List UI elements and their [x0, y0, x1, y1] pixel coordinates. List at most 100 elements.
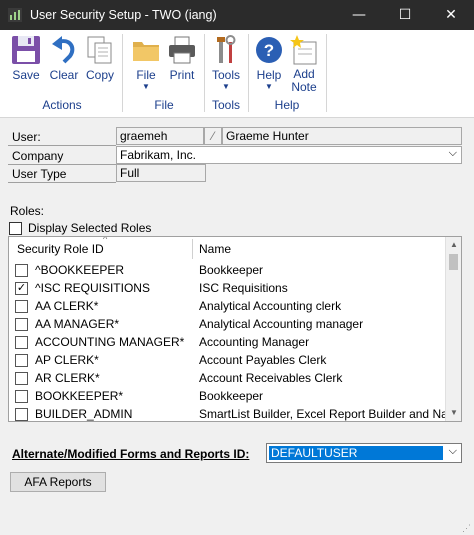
- row-checkbox[interactable]: [15, 336, 28, 349]
- alternate-forms-label: Alternate/Modified Forms and Reports ID:: [12, 447, 250, 461]
- role-id-cell: ^ISC REQUISITIONS: [35, 281, 150, 295]
- help-menu-button[interactable]: ? Help ▼: [252, 32, 286, 98]
- table-row[interactable]: BUILDER_ADMIN SmartList Builder, Excel R…: [9, 405, 461, 421]
- table-row[interactable]: AA MANAGER* Analytical Accounting manage…: [9, 315, 446, 333]
- role-id-cell: BOOKKEEPER*: [35, 389, 124, 403]
- row-checkbox[interactable]: [15, 318, 28, 331]
- help-question-icon: ?: [256, 37, 282, 63]
- role-id-cell: AR CLERK*: [35, 371, 100, 385]
- file-menu-button[interactable]: File ▼: [128, 32, 164, 98]
- role-id-cell: ^BOOKKEEPER: [35, 263, 124, 277]
- ribbon-toolbar: Save Clear Copy Actions File ▼ Print Fil…: [0, 30, 474, 118]
- print-label: Print: [169, 68, 195, 82]
- table-row[interactable]: AR CLERK* Account Receivables Clerk: [9, 369, 446, 387]
- scrollbar-thumb[interactable]: [449, 254, 458, 270]
- display-selected-roles-label: Display Selected Roles: [28, 221, 152, 235]
- ribbon-separator: [122, 34, 123, 112]
- minimize-button[interactable]: —: [336, 0, 382, 30]
- add-note-button[interactable]: Add Note: [286, 32, 322, 98]
- column-header-security-role-id[interactable]: Security Role ID: [17, 237, 104, 261]
- tools-group-label: Tools: [211, 98, 240, 112]
- title-bar: User Security Setup - TWO (iang) — ☐ ✕: [0, 0, 474, 30]
- role-name-cell: SmartList Builder, Excel Report Builder …: [199, 407, 462, 421]
- table-row[interactable]: ACCOUNTING MANAGER* Accounting Manager: [9, 333, 446, 351]
- tools-label: Tools: [211, 68, 240, 82]
- ribbon-separator: [204, 34, 205, 112]
- clear-label: Clear: [49, 68, 79, 82]
- company-label: Company: [12, 149, 64, 163]
- ribbon-separator: [326, 34, 327, 112]
- row-checkbox[interactable]: [15, 354, 28, 367]
- chevron-down-icon: ▼: [265, 82, 273, 91]
- tools-menu-button[interactable]: Tools ▼: [208, 32, 244, 98]
- maximize-button[interactable]: ☐: [382, 0, 428, 30]
- table-row[interactable]: AA CLERK* Analytical Accounting clerk: [9, 297, 446, 315]
- role-name-cell: ISC Requisitions: [199, 281, 288, 295]
- role-id-cell: BUILDER_ADMIN: [35, 407, 133, 421]
- help-group-label: Help: [274, 98, 300, 112]
- copy-documents-icon: [87, 36, 112, 64]
- column-header-name[interactable]: Name: [199, 237, 231, 261]
- label-divider: [8, 164, 116, 165]
- folder-icon: [133, 42, 159, 61]
- role-name-cell: Account Payables Clerk: [199, 353, 327, 367]
- alternate-forms-select[interactable]: DEFAULTUSER ⌵: [266, 443, 462, 463]
- chevron-down-icon: ⌵: [448, 147, 457, 159]
- table-row[interactable]: BOOKKEEPER* Bookkeeper: [9, 387, 446, 405]
- copy-button[interactable]: Copy: [82, 32, 118, 98]
- table-row[interactable]: ✓ ^ISC REQUISITIONS ISC Requisitions: [9, 279, 446, 297]
- row-checkbox[interactable]: [15, 372, 28, 385]
- role-name-cell: Analytical Accounting clerk: [199, 299, 342, 313]
- floppy-disk-icon: [12, 36, 40, 64]
- file-group-label: File: [154, 98, 174, 112]
- table-row[interactable]: AP CLERK* Account Payables Clerk: [9, 351, 446, 369]
- role-name-cell: Bookkeeper: [199, 389, 264, 403]
- role-id-cell: ACCOUNTING MANAGER*: [35, 335, 185, 349]
- row-checkbox[interactable]: [15, 390, 28, 403]
- clear-button[interactable]: Clear: [46, 32, 82, 98]
- chevron-down-icon: ▼: [222, 82, 230, 91]
- scroll-up-arrow-icon[interactable]: ▲: [446, 237, 461, 253]
- role-name-cell: Bookkeeper: [199, 263, 264, 277]
- user-type-label: User Type: [12, 167, 67, 181]
- copy-label: Copy: [85, 68, 114, 82]
- window-title: User Security Setup - TWO (iang): [30, 8, 217, 22]
- file-label: File: [136, 68, 156, 82]
- row-checkbox[interactable]: ✓: [15, 282, 28, 295]
- user-type-field: Full: [116, 164, 206, 182]
- role-id-cell: AA CLERK*: [35, 299, 99, 313]
- role-name-cell: Analytical Accounting manager: [199, 317, 364, 331]
- afa-reports-button[interactable]: AFA Reports: [10, 472, 106, 492]
- resize-grip-icon[interactable]: ⋰: [462, 523, 472, 533]
- save-button[interactable]: Save: [6, 32, 46, 98]
- table-row[interactable]: ^BOOKKEEPER Bookkeeper: [9, 261, 446, 279]
- company-select[interactable]: Fabrikam, Inc. ⌵: [116, 146, 462, 164]
- label-divider: [8, 182, 116, 183]
- save-label: Save: [12, 68, 40, 82]
- row-checkbox[interactable]: [15, 264, 28, 277]
- tools-icon: [217, 35, 236, 63]
- vertical-scrollbar[interactable]: ▲ ▼: [445, 237, 461, 421]
- add-note-icon: [290, 35, 317, 65]
- row-checkbox[interactable]: [15, 300, 28, 313]
- roles-table: Security Role ID ^ Name ^BOOKKEEPER Book…: [8, 236, 462, 422]
- actions-group-label: Actions: [42, 98, 82, 112]
- close-button[interactable]: ✕: [428, 0, 474, 30]
- user-name-field: Graeme Hunter: [222, 127, 462, 145]
- chevron-down-icon: ▼: [142, 82, 150, 91]
- label-divider: [8, 145, 116, 146]
- column-divider: [192, 239, 193, 259]
- add-note-label: Add Note: [286, 68, 322, 94]
- display-selected-roles-checkbox[interactable]: [9, 222, 22, 235]
- row-checkbox[interactable]: [15, 408, 28, 421]
- company-value: Fabrikam, Inc.: [120, 148, 197, 162]
- scroll-down-arrow-icon[interactable]: ▼: [446, 405, 461, 421]
- sort-arrow-icon: ^: [103, 236, 108, 244]
- user-id-field[interactable]: graemeh: [116, 127, 204, 145]
- print-button[interactable]: Print: [164, 32, 200, 98]
- svg-text:?: ?: [264, 41, 274, 60]
- lookup-icon[interactable]: ⁄: [204, 127, 222, 145]
- role-name-cell: Accounting Manager: [199, 335, 310, 349]
- help-label: Help: [256, 68, 282, 82]
- add-note-label-line2: Note: [291, 80, 317, 94]
